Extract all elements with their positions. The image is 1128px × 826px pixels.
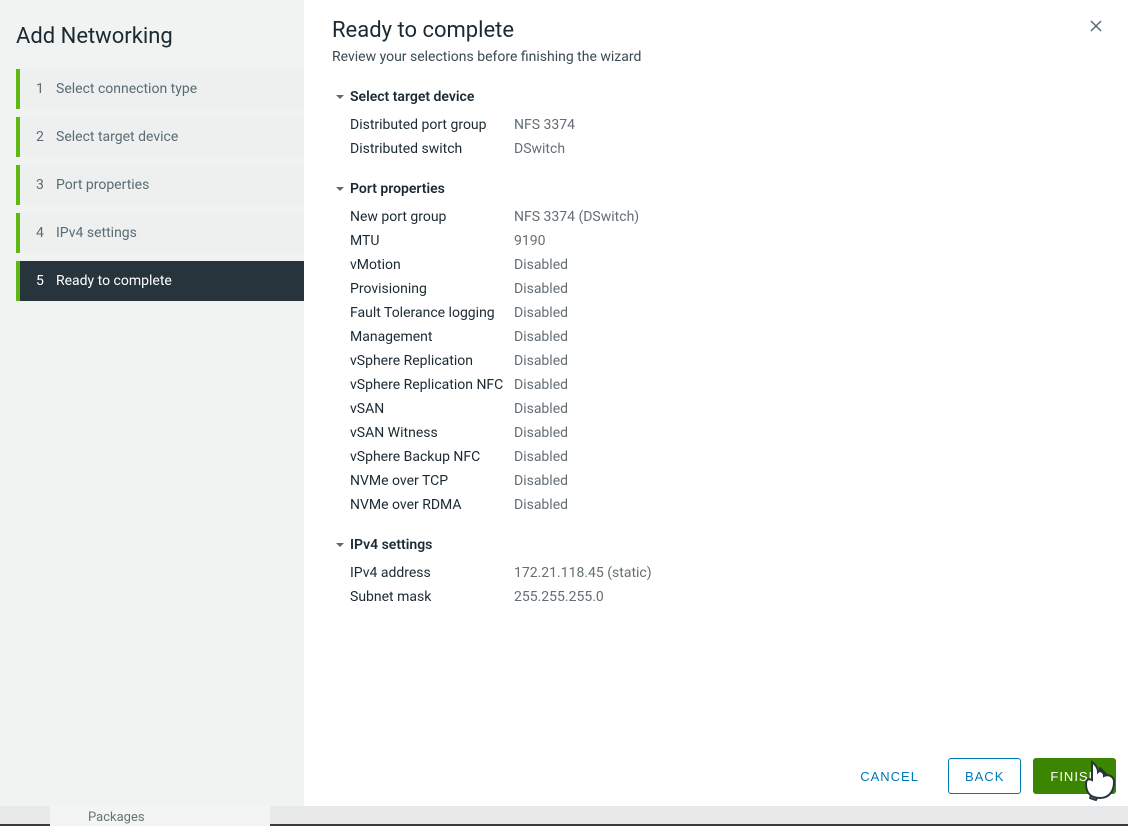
background-packages-item: Packages: [50, 806, 270, 826]
row-value: Disabled: [514, 377, 568, 393]
summary-row: vMotionDisabled: [332, 253, 1100, 277]
step-number: 4: [36, 225, 56, 241]
row-value: DSwitch: [514, 141, 565, 157]
row-value: Disabled: [514, 257, 568, 273]
row-key: Distributed port group: [350, 117, 514, 133]
wizard-modal: Add Networking 1 Select connection type …: [0, 0, 1128, 806]
step-port-properties[interactable]: 3 Port properties: [16, 165, 304, 205]
summary-row: Fault Tolerance loggingDisabled: [332, 301, 1100, 325]
row-key: Fault Tolerance logging: [350, 305, 514, 321]
back-button[interactable]: BACK: [948, 758, 1021, 794]
section-rows: IPv4 address172.21.118.45 (static) Subne…: [332, 561, 1100, 609]
summary-row: vSphere Replication NFCDisabled: [332, 373, 1100, 397]
summary-row: ManagementDisabled: [332, 325, 1100, 349]
chevron-down-icon: [332, 537, 348, 553]
row-key: New port group: [350, 209, 514, 225]
cancel-button[interactable]: CANCEL: [843, 758, 936, 794]
row-value: Disabled: [514, 329, 568, 345]
row-key: vSAN Witness: [350, 425, 514, 441]
step-number: 3: [36, 177, 56, 193]
wizard-sidebar: Add Networking 1 Select connection type …: [0, 0, 304, 806]
row-value: Disabled: [514, 401, 568, 417]
row-value: Disabled: [514, 425, 568, 441]
row-key: vSphere Backup NFC: [350, 449, 514, 465]
close-button[interactable]: [1082, 14, 1110, 42]
wizard-steps: 1 Select connection type 2 Select target…: [0, 69, 304, 301]
section-port-properties: Port properties New port groupNFS 3374 (…: [332, 181, 1100, 517]
summary-row: vSphere Backup NFCDisabled: [332, 445, 1100, 469]
row-key: NVMe over TCP: [350, 473, 514, 489]
section-ipv4-settings: IPv4 settings IPv4 address172.21.118.45 …: [332, 537, 1100, 609]
section-rows: Distributed port group NFS 3374 Distribu…: [332, 113, 1100, 161]
step-select-target-device[interactable]: 2 Select target device: [16, 117, 304, 157]
page-title: Ready to complete: [332, 18, 1100, 43]
row-value: NFS 3374 (DSwitch): [514, 209, 639, 225]
row-key: vMotion: [350, 257, 514, 273]
close-icon: [1088, 17, 1104, 40]
row-value: 172.21.118.45 (static): [514, 565, 652, 581]
row-value: Disabled: [514, 305, 568, 321]
summary-row: IPv4 address172.21.118.45 (static): [332, 561, 1100, 585]
summary-row: NVMe over RDMADisabled: [332, 493, 1100, 517]
row-key: Distributed switch: [350, 141, 514, 157]
section-title: Select target device: [350, 89, 474, 105]
row-key: vSphere Replication: [350, 353, 514, 369]
section-header-target[interactable]: Select target device: [332, 89, 1100, 105]
section-title: IPv4 settings: [350, 537, 432, 553]
wizard-title: Add Networking: [0, 14, 304, 69]
summary-row: vSphere ReplicationDisabled: [332, 349, 1100, 373]
step-number: 5: [36, 273, 56, 289]
row-key: vSphere Replication NFC: [350, 377, 514, 393]
summary-row: vSANDisabled: [332, 397, 1100, 421]
step-number: 1: [36, 81, 56, 97]
step-label: Select target device: [56, 129, 178, 145]
row-key: Provisioning: [350, 281, 514, 297]
section-header-ipv4[interactable]: IPv4 settings: [332, 537, 1100, 553]
row-value: Disabled: [514, 473, 568, 489]
step-label: Select connection type: [56, 81, 197, 97]
summary-row: New port groupNFS 3374 (DSwitch): [332, 205, 1100, 229]
section-header-port[interactable]: Port properties: [332, 181, 1100, 197]
row-value: Disabled: [514, 497, 568, 513]
row-key: Subnet mask: [350, 589, 514, 605]
wizard-main: Ready to complete Review your selections…: [304, 0, 1128, 806]
summary-row: Distributed port group NFS 3374: [332, 113, 1100, 137]
row-value: NFS 3374: [514, 117, 575, 133]
step-label: IPv4 settings: [56, 225, 137, 241]
summary-row: NVMe over TCPDisabled: [332, 469, 1100, 493]
row-value: Disabled: [514, 353, 568, 369]
section-title: Port properties: [350, 181, 445, 197]
step-number: 2: [36, 129, 56, 145]
row-key: MTU: [350, 233, 514, 249]
row-value: Disabled: [514, 449, 568, 465]
summary-row: MTU9190: [332, 229, 1100, 253]
step-ipv4-settings[interactable]: 4 IPv4 settings: [16, 213, 304, 253]
page-subtitle: Review your selections before finishing …: [332, 49, 1100, 65]
step-label: Port properties: [56, 177, 149, 193]
finish-button[interactable]: FINISH: [1033, 758, 1116, 794]
summary-row: Distributed switch DSwitch: [332, 137, 1100, 161]
row-key: IPv4 address: [350, 565, 514, 581]
step-label: Ready to complete: [56, 273, 172, 289]
wizard-footer: CANCEL BACK FINISH: [304, 746, 1128, 806]
section-select-target-device: Select target device Distributed port gr…: [332, 89, 1100, 161]
summary-row: vSAN WitnessDisabled: [332, 421, 1100, 445]
row-value: 9190: [514, 233, 545, 249]
chevron-down-icon: [332, 181, 348, 197]
row-key: NVMe over RDMA: [350, 497, 514, 513]
step-select-connection-type[interactable]: 1 Select connection type: [16, 69, 304, 109]
section-rows: New port groupNFS 3374 (DSwitch) MTU9190…: [332, 205, 1100, 517]
summary-row: ProvisioningDisabled: [332, 277, 1100, 301]
row-value: 255.255.255.0: [514, 589, 604, 605]
step-ready-to-complete[interactable]: 5 Ready to complete: [16, 261, 304, 301]
row-value: Disabled: [514, 281, 568, 297]
summary-row: Subnet mask255.255.255.0: [332, 585, 1100, 609]
row-key: Management: [350, 329, 514, 345]
chevron-down-icon: [332, 89, 348, 105]
row-key: vSAN: [350, 401, 514, 417]
